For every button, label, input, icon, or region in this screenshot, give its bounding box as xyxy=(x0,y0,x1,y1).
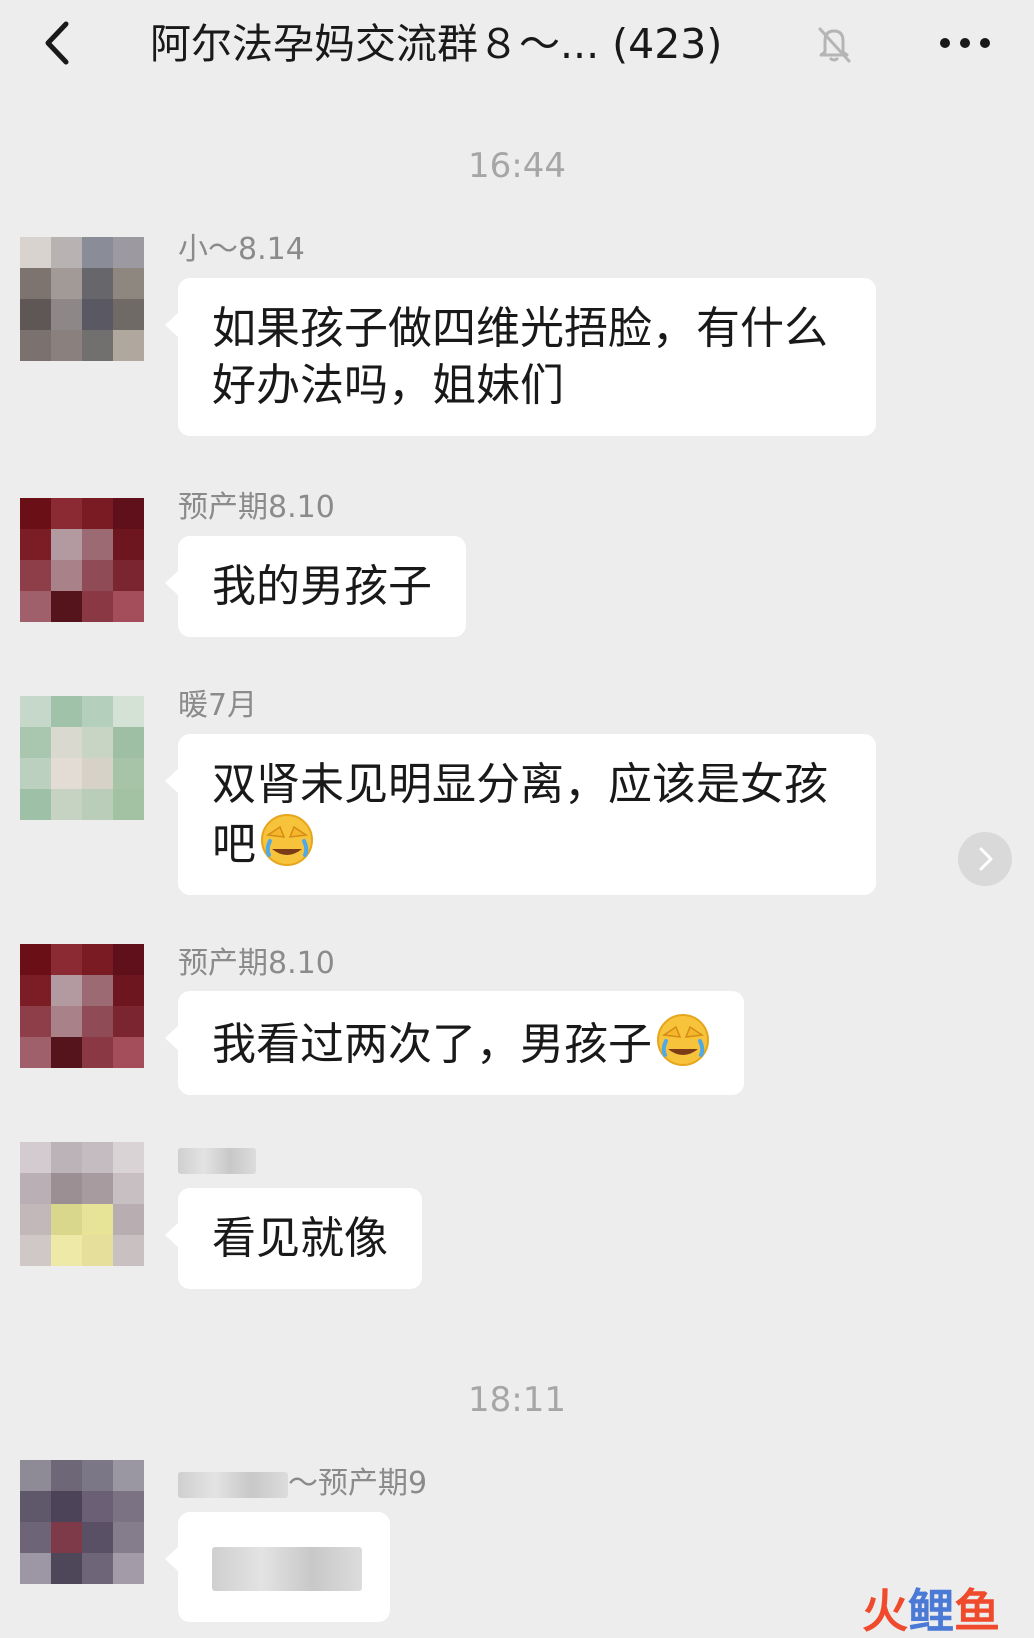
blurred-text xyxy=(212,1547,362,1591)
message-bubble[interactable] xyxy=(165,1512,390,1622)
watermark-logo: 火鲤鱼 xyxy=(862,1584,1000,1638)
avatar[interactable] xyxy=(20,1460,144,1584)
avatar[interactable] xyxy=(20,696,144,820)
sender-name xyxy=(178,1140,256,1180)
chat-header: 阿尔法孕妈交流群８～... (423) xyxy=(0,0,1034,92)
message-bubble[interactable]: 双肾未见明显分离，应该是女孩吧 xyxy=(165,734,876,895)
message-bubble[interactable]: 如果孩子做四维光捂脸，有什么好办法吗，姐妹们 xyxy=(165,278,876,436)
message-bubble[interactable]: 看见就像 xyxy=(165,1188,422,1289)
avatar[interactable] xyxy=(20,237,144,361)
blurred-name xyxy=(178,1147,256,1174)
crying-laughing-facepalm-emoji xyxy=(657,1014,709,1066)
sender-name: 预产期8.10 xyxy=(178,946,335,981)
chevron-left-icon[interactable] xyxy=(38,18,78,68)
sender-name: 小～8.14 xyxy=(178,232,305,267)
message-text: 我看过两次了，男孩子 xyxy=(212,1019,652,1070)
blurred-name xyxy=(178,1471,288,1498)
timestamp: 16:44 xyxy=(468,146,566,186)
bell-off-icon xyxy=(818,27,851,63)
message-bubble[interactable]: 我的男孩子 xyxy=(165,536,466,637)
sender-name: 暖7月 xyxy=(178,688,258,723)
avatar[interactable] xyxy=(20,498,144,622)
avatar[interactable] xyxy=(20,944,144,1068)
crying-laughing-facepalm-emoji xyxy=(261,814,313,866)
avatar[interactable] xyxy=(20,1142,144,1266)
ellipsis-icon[interactable] xyxy=(935,28,995,58)
chat-title: 阿尔法孕妈交流群８～... (423) xyxy=(150,20,723,68)
chevron-right-icon[interactable] xyxy=(958,832,1012,886)
sender-name: ～预产期9 xyxy=(178,1464,427,1504)
timestamp: 18:11 xyxy=(468,1380,566,1420)
sender-name: 预产期8.10 xyxy=(178,490,335,525)
message-bubble[interactable]: 我看过两次了，男孩子 xyxy=(165,991,744,1095)
